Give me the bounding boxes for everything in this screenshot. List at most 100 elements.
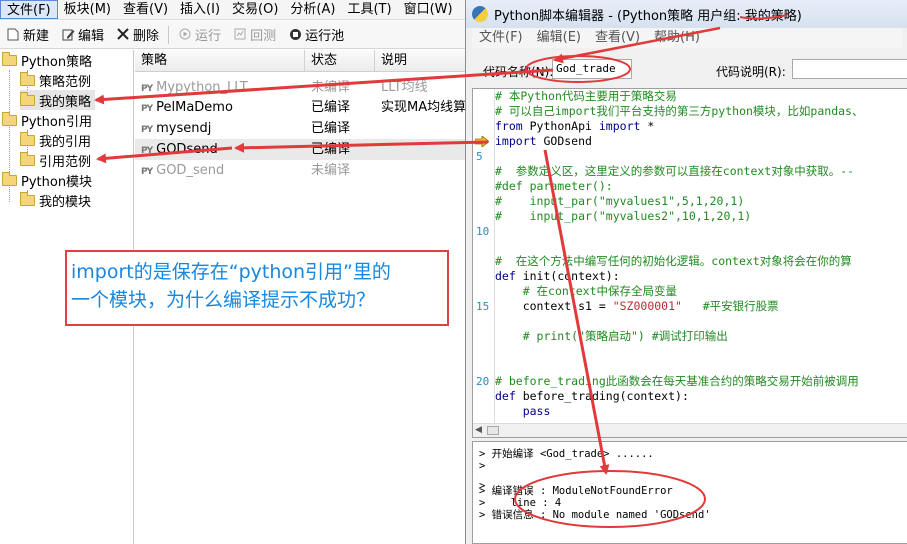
toolbar-separator [168,25,170,44]
table-header: 策略 状态 说明 [135,50,465,72]
folder-icon [2,111,17,126]
code-line: # 在这个方法中编写任何的初始化逻辑。context对象将会在你的算 [495,254,852,268]
editor-title-bar[interactable]: Python脚本编辑器 - (Python策略 用户组: 我的策略) [466,0,907,28]
tree-node-ref-example[interactable]: 引用范例 [20,150,91,170]
python-file-icon: PY [141,146,153,156]
row-name: GOD_send [156,163,225,178]
table-row[interactable]: PY mysendj 已编译 [135,118,465,139]
tree-node-label: 策略范例 [39,74,92,90]
tree-node-python-module[interactable]: Python模块 [2,170,92,190]
delete-button-label: 删除 [133,29,160,44]
code-line: # 可以自己import我们平台支持的第三方python模块，比如pandas、 [495,104,864,118]
scrollbar-thumb[interactable] [487,426,499,435]
horizontal-scrollbar[interactable]: ◀ [473,423,907,437]
output-line-error-message: > 错误信息 : No module named 'GODsend' [479,509,711,521]
run-icon [178,28,192,42]
menu-view[interactable]: 查看(V) [117,0,174,19]
annotation-line: 一个模块，为什么编译提示不成功？ [71,289,376,311]
annotation-line: import的是保存在“python引用”里的 [71,261,391,283]
row-name: mysendj [156,121,212,136]
folder-icon [20,71,35,86]
python-file-icon: PY [141,125,153,135]
tree-node-my-strategy[interactable]: 我的策略 [20,90,96,110]
column-header-desc[interactable]: 说明 [375,50,465,72]
line-number-gutter: 5 10 15 20 [473,89,495,425]
output-line: > 开始编译 <God_trade> ...... [479,448,654,460]
python-logo-icon [472,6,488,22]
backtest-icon [233,28,247,42]
code-line: # 本Python代码主要用于策略交易 [495,89,677,103]
run-button-label: 运行 [195,29,222,44]
row-status: 未编译 [311,163,351,178]
row-desc: LLT均线 [381,80,428,95]
annotation-note: import的是保存在“python引用”里的 一个模块，为什么编译提示不成功？ [65,250,449,326]
menu-insert[interactable]: 插入(I) [174,0,226,19]
edit-icon [61,28,75,42]
new-button[interactable]: 新建 [0,23,55,47]
row-desc [375,160,465,181]
run-pool-button[interactable]: 运行池 [282,23,350,47]
code-line: # input_par("myvalues2",10,1,20,1) [495,209,752,223]
tree-node-label: 我的引用 [39,134,92,150]
scroll-left-icon[interactable]: ◀ [475,425,482,435]
tree-node-label: Python模块 [21,174,93,190]
code-line: def init(context): [495,269,620,283]
code-desc-label: 代码说明(R): [716,65,786,79]
line-number: 5 [476,150,483,163]
editor-menu-help[interactable]: 帮助(H) [647,28,707,48]
menu-analysis[interactable]: 分析(A) [284,0,341,19]
backtest-button-label: 回测 [250,29,277,44]
current-line-arrow-icon [475,136,489,147]
menu-sector[interactable]: 板块(M) [58,0,117,19]
new-button-label: 新建 [23,29,50,44]
table-row[interactable]: PY PelMaDemo 已编译 实现MA均线算 [135,97,465,118]
edit-button-label: 编辑 [78,29,105,44]
row-status: 已编译 [311,121,351,136]
code-line: pass [495,404,551,418]
row-name: GODsend [156,142,218,157]
table-row-selected[interactable]: PY GODsend 已编译 [135,139,465,160]
tree-node-label: Python策略 [21,54,93,70]
code-line: # 在context中保存全局变量 [495,284,678,298]
python-editor-window: Python脚本编辑器 - (Python策略 用户组: 我的策略) 文件(F)… [465,0,907,544]
line-number: 10 [476,225,490,238]
row-desc: 实现MA均线算 [381,100,465,115]
editor-menu-view[interactable]: 查看(V) [588,28,647,48]
tree-node-python-ref[interactable]: Python引用 [2,110,92,130]
table-row[interactable]: PY GOD_send 未编译 [135,160,465,181]
row-name: PelMaDemo [156,100,233,115]
editor-menu-edit[interactable]: 编辑(E) [530,28,588,48]
code-name-input[interactable]: God_trade [552,59,632,79]
code-line: # print("策略启动") #调试打印输出 [495,329,728,343]
row-status: 已编译 [311,142,351,157]
tree-node-strategy-example[interactable]: 策略范例 [20,70,91,90]
folder-icon [2,171,17,186]
code-editor[interactable]: 5 10 15 20 # 本Python代码主要用于策略交易 # 可以自己imp… [472,88,907,438]
code-desc-input[interactable] [792,59,907,79]
backtest-button[interactable]: 回测 [227,23,282,47]
tree-node-my-module[interactable]: 我的模块 [20,190,91,210]
folder-icon [2,51,17,66]
new-file-icon [6,28,20,42]
tree-node-python-strategy[interactable]: Python策略 [2,50,92,70]
menu-file[interactable]: 文件(F) [0,0,58,19]
code-line: def before_trading(context): [495,389,689,403]
table-row[interactable]: PY Mypython_LLT 未编译 LLT均线 [135,77,465,98]
python-file-icon: PY [141,104,153,114]
editor-fields: 代码名称(N): God_trade 代码说明(R): [472,55,907,85]
python-file-icon: PY [141,84,153,94]
delete-button[interactable]: 删除 [110,23,165,47]
line-number: 15 [476,300,490,313]
menu-trade[interactable]: 交易(O) [226,0,284,19]
tree-node-my-ref[interactable]: 我的引用 [20,130,91,150]
editor-menu-file[interactable]: 文件(F) [472,28,530,48]
run-button[interactable]: 运行 [172,23,227,47]
menu-window[interactable]: 窗口(W) [398,0,459,19]
edit-button[interactable]: 编辑 [55,23,110,47]
column-header-strategy[interactable]: 策略 [135,50,305,72]
column-header-status[interactable]: 状态 [305,50,375,72]
code-line: from PythonApi import * [495,119,655,133]
folder-icon [20,131,35,146]
row-desc [375,139,465,160]
menu-tools[interactable]: 工具(T) [341,0,397,19]
